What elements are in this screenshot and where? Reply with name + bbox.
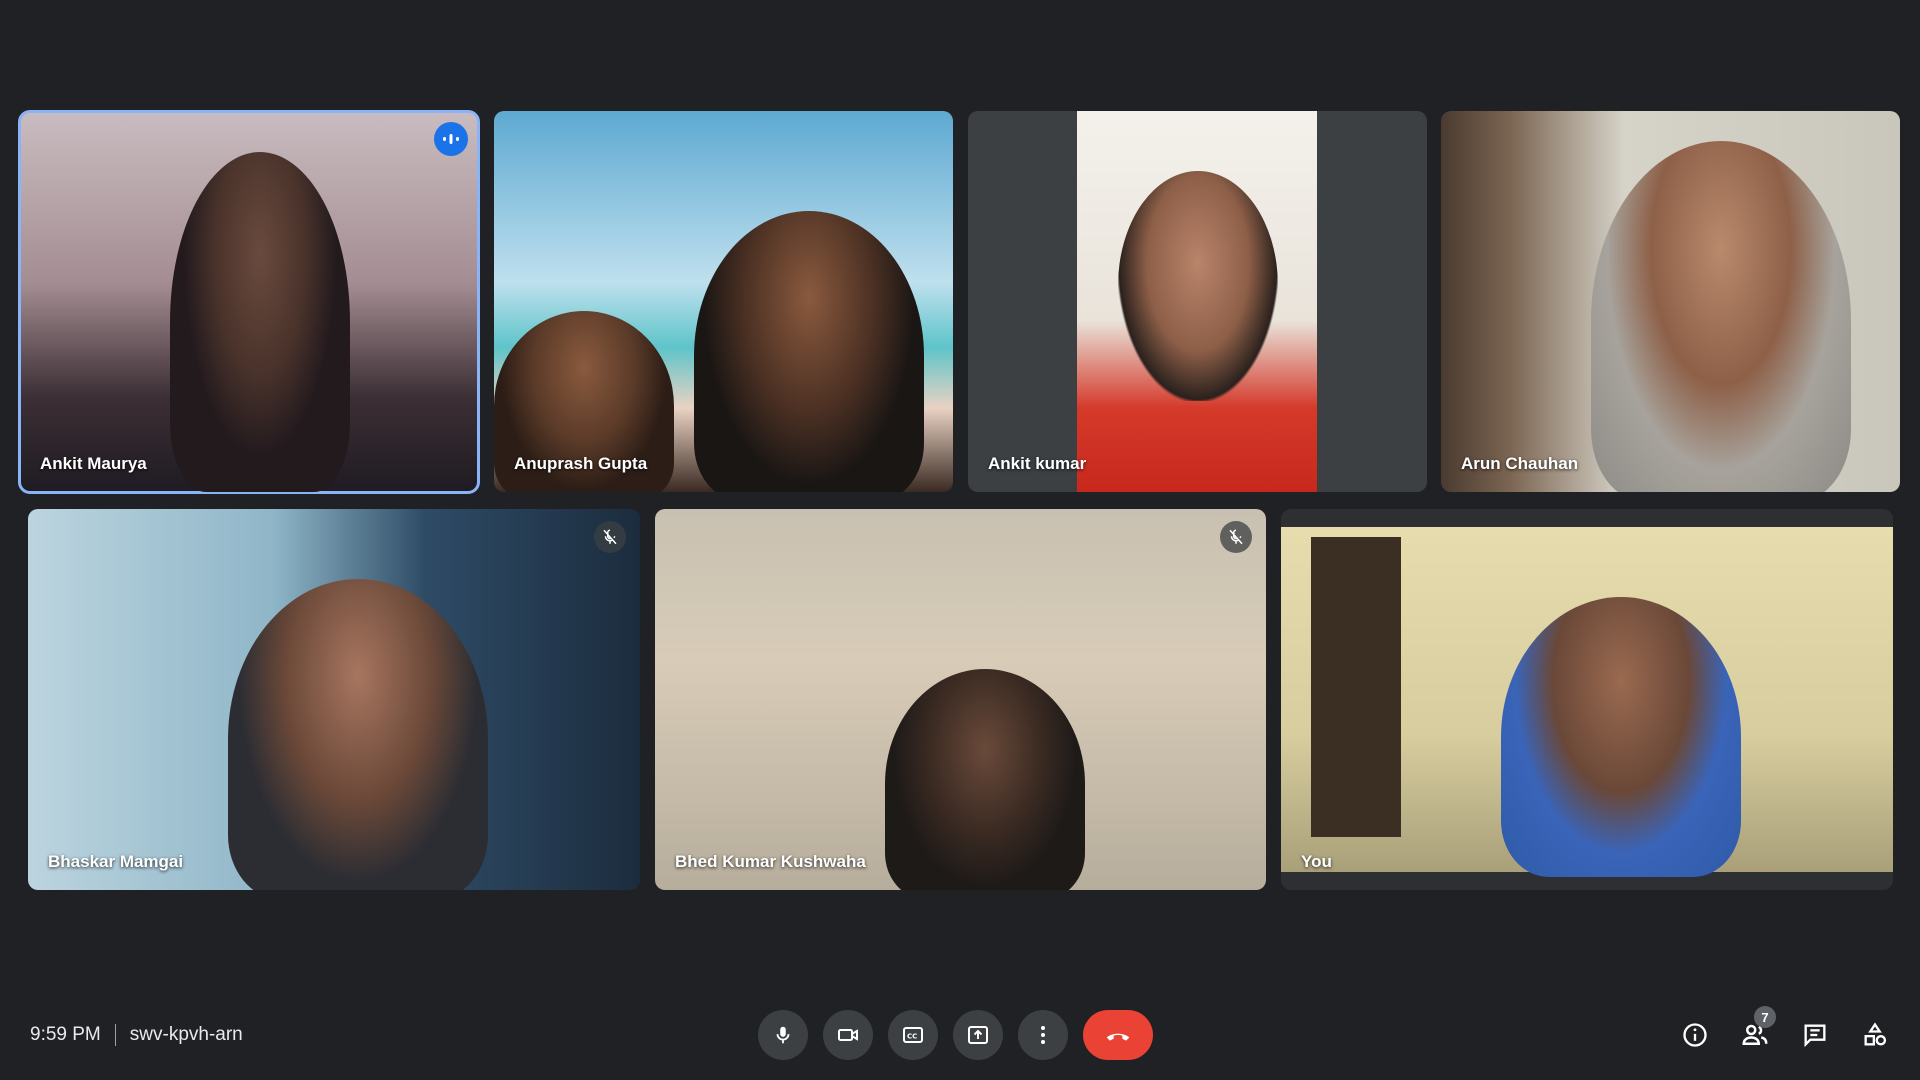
more-vert-icon bbox=[1041, 1026, 1045, 1044]
participant-tile[interactable]: Anuprash Gupta bbox=[494, 111, 953, 492]
captions-button[interactable]: CC bbox=[888, 1010, 938, 1060]
participant-tile[interactable]: Ankit kumar bbox=[968, 111, 1427, 492]
clock: 9:59 PM bbox=[30, 1024, 101, 1045]
participant-tile[interactable]: Bhed Kumar Kushwaha bbox=[655, 509, 1266, 890]
participant-name: Ankit kumar bbox=[988, 454, 1087, 473]
people-button[interactable]: 7 bbox=[1730, 1006, 1780, 1060]
people-count-badge: 7 bbox=[1754, 1006, 1776, 1028]
meet-stage: Ankit Maurya Anuprash Gupta Ankit kumar … bbox=[0, 0, 1920, 1080]
mic-off-icon bbox=[594, 521, 626, 553]
call-controls: CC bbox=[758, 1010, 1153, 1060]
end-call-icon bbox=[1106, 1033, 1130, 1041]
participant-name: Bhaskar Mamgai bbox=[48, 852, 184, 871]
side-tools: 7 bbox=[1670, 1006, 1900, 1060]
window bbox=[1311, 537, 1401, 837]
activities-icon bbox=[1864, 1022, 1887, 1046]
participant-name: Arun Chauhan bbox=[1461, 454, 1579, 473]
participant-name: Ankit Maurya bbox=[40, 454, 147, 473]
present-button[interactable] bbox=[953, 1010, 1003, 1060]
participant-video bbox=[170, 152, 350, 492]
participant-name: You bbox=[1301, 852, 1332, 871]
participant-tile[interactable]: You bbox=[1281, 509, 1893, 890]
captions-icon: CC bbox=[903, 1027, 923, 1043]
participant-name: Anuprash Gupta bbox=[514, 454, 648, 473]
participant-face bbox=[1501, 597, 1741, 877]
mic-off-icon bbox=[1220, 521, 1252, 553]
meeting-code: swv-kpvh-arn bbox=[129, 1024, 243, 1045]
info-icon bbox=[1683, 1023, 1707, 1047]
mic-button[interactable] bbox=[758, 1010, 808, 1060]
meeting-details: 9:59 PM swv-kpvh-arn bbox=[30, 990, 243, 1080]
leave-call-button[interactable] bbox=[1083, 1010, 1153, 1060]
participant-video bbox=[885, 669, 1085, 890]
present-icon bbox=[968, 1026, 988, 1044]
participant-tile[interactable]: Arun Chauhan bbox=[1441, 111, 1900, 492]
participant-video bbox=[1591, 141, 1851, 492]
camera-icon bbox=[838, 1029, 858, 1041]
meeting-details-button[interactable] bbox=[1670, 1010, 1720, 1060]
participant-video bbox=[1281, 527, 1893, 877]
participant-video bbox=[694, 211, 924, 492]
speaking-indicator-icon bbox=[434, 122, 468, 156]
chat-button[interactable] bbox=[1790, 1010, 1840, 1060]
divider bbox=[114, 1024, 116, 1046]
participant-video bbox=[228, 579, 488, 890]
participant-tile[interactable]: Ankit Maurya bbox=[18, 110, 480, 494]
chat-icon bbox=[1804, 1024, 1826, 1048]
bottom-bar: 9:59 PM swv-kpvh-arn CC 7 bbox=[0, 990, 1920, 1080]
participant-name: Bhed Kumar Kushwaha bbox=[675, 852, 866, 871]
participant-tile[interactable]: Bhaskar Mamgai bbox=[28, 509, 640, 890]
mic-icon bbox=[776, 1026, 790, 1044]
activities-button[interactable] bbox=[1850, 1010, 1900, 1060]
participant-face bbox=[1118, 171, 1278, 401]
more-options-button[interactable] bbox=[1018, 1010, 1068, 1060]
svg-text:CC: CC bbox=[907, 1033, 917, 1041]
camera-button[interactable] bbox=[823, 1010, 873, 1060]
